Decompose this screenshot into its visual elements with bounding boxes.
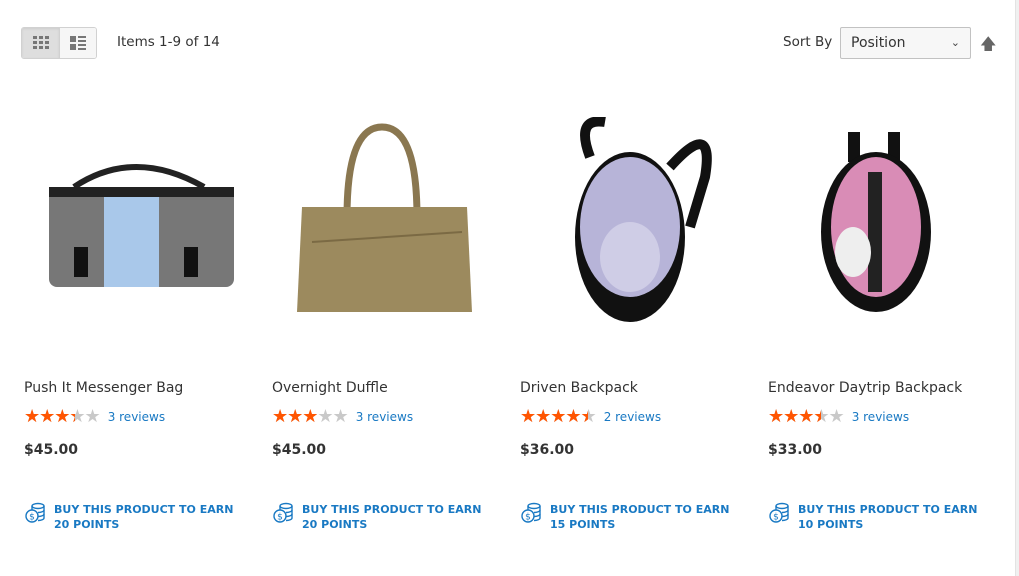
sort-by-select[interactable]: Position ⌄ bbox=[840, 27, 971, 59]
coins-icon: $ bbox=[769, 502, 789, 523]
grid-icon bbox=[32, 36, 49, 49]
product-image[interactable] bbox=[768, 108, 987, 336]
coins-icon: $ bbox=[273, 502, 293, 523]
product-photo bbox=[820, 132, 931, 312]
coins-icon: $ bbox=[521, 502, 541, 523]
scrollbar[interactable] bbox=[1015, 0, 1019, 576]
chevron-down-icon: ⌄ bbox=[950, 36, 960, 49]
reward-points-link[interactable]: BUY THIS PRODUCT TO EARN 15 POINTS bbox=[550, 502, 730, 532]
coins-icon: $ bbox=[25, 502, 45, 523]
product-photo bbox=[48, 164, 234, 287]
rating-fill: ★★★★★ bbox=[520, 409, 588, 425]
product-item: Driven Backpack ★★★★★★★★★★ 2 reviews $36… bbox=[520, 108, 739, 532]
product-rating: ★★★★★★★★★★ 2 reviews bbox=[520, 406, 739, 427]
toolbar-amount: Items 1-9 of 14 bbox=[117, 34, 220, 50]
list-view-button[interactable] bbox=[59, 28, 96, 58]
product-photo bbox=[296, 123, 472, 312]
product-image[interactable] bbox=[272, 108, 491, 336]
product-photo bbox=[574, 117, 712, 322]
rating-stars: ★★★★★★★★★★ bbox=[520, 406, 597, 427]
reviews-link[interactable]: 3 reviews bbox=[108, 410, 165, 424]
rating-stars: ★★★★★★★★★★ bbox=[24, 406, 101, 427]
product-item: Endeavor Daytrip Backpack ★★★★★★★★★★ 3 r… bbox=[768, 108, 987, 532]
rating-fill: ★★★★★ bbox=[272, 409, 318, 425]
product-price: $45.00 bbox=[24, 442, 79, 458]
reviews-link[interactable]: 2 reviews bbox=[604, 410, 661, 424]
rating-fill: ★★★★★ bbox=[24, 409, 75, 425]
reward-points: $ BUY THIS PRODUCT TO EARN 15 POINTS bbox=[520, 502, 739, 532]
product-price: $33.00 bbox=[768, 442, 823, 458]
product-image[interactable] bbox=[520, 108, 739, 336]
product-rating: ★★★★★★★★★★ 3 reviews bbox=[24, 406, 243, 427]
sort-direction-arrow-up-icon[interactable]: 🡅 bbox=[980, 33, 996, 60]
grid-view-button[interactable] bbox=[22, 28, 59, 58]
product-name-link[interactable]: Overnight Duffle bbox=[272, 380, 491, 398]
svg-text:$: $ bbox=[525, 513, 531, 523]
product-price: $36.00 bbox=[520, 442, 575, 458]
product-item: Push It Messenger Bag ★★★★★★★★★★ 3 revie… bbox=[24, 108, 243, 532]
product-name-link[interactable]: Endeavor Daytrip Backpack bbox=[768, 380, 987, 398]
svg-text:$: $ bbox=[277, 513, 283, 523]
reviews-link[interactable]: 3 reviews bbox=[356, 410, 413, 424]
product-price: $45.00 bbox=[272, 442, 327, 458]
reviews-link[interactable]: 3 reviews bbox=[852, 410, 909, 424]
svg-text:$: $ bbox=[29, 513, 35, 523]
svg-text:$: $ bbox=[773, 513, 779, 523]
view-mode-switcher bbox=[21, 27, 97, 59]
product-name-link[interactable]: Driven Backpack bbox=[520, 380, 739, 398]
sort-by-label: Sort By bbox=[783, 34, 833, 50]
sort-by-value: Position bbox=[851, 35, 906, 51]
reward-points: $ BUY THIS PRODUCT TO EARN 20 POINTS bbox=[24, 502, 243, 532]
product-item: Overnight Duffle ★★★★★★★★★★ 3 reviews $4… bbox=[272, 108, 491, 532]
product-rating: ★★★★★★★★★★ 3 reviews bbox=[272, 406, 491, 427]
reward-points-link[interactable]: BUY THIS PRODUCT TO EARN 20 POINTS bbox=[54, 502, 234, 532]
product-rating: ★★★★★★★★★★ 3 reviews bbox=[768, 406, 987, 427]
reward-points: $ BUY THIS PRODUCT TO EARN 10 POINTS bbox=[768, 502, 987, 532]
list-icon bbox=[70, 36, 86, 50]
reward-points: $ BUY THIS PRODUCT TO EARN 20 POINTS bbox=[272, 502, 491, 532]
reward-points-link[interactable]: BUY THIS PRODUCT TO EARN 20 POINTS bbox=[302, 502, 482, 532]
product-name-link[interactable]: Push It Messenger Bag bbox=[24, 380, 243, 398]
rating-stars: ★★★★★★★★★★ bbox=[768, 406, 845, 427]
rating-stars: ★★★★★★★★★★ bbox=[272, 406, 349, 427]
product-image[interactable] bbox=[24, 108, 243, 336]
product-grid: Push It Messenger Bag ★★★★★★★★★★ 3 revie… bbox=[24, 108, 987, 532]
rating-fill: ★★★★★ bbox=[768, 409, 821, 425]
reward-points-link[interactable]: BUY THIS PRODUCT TO EARN 10 POINTS bbox=[798, 502, 978, 532]
